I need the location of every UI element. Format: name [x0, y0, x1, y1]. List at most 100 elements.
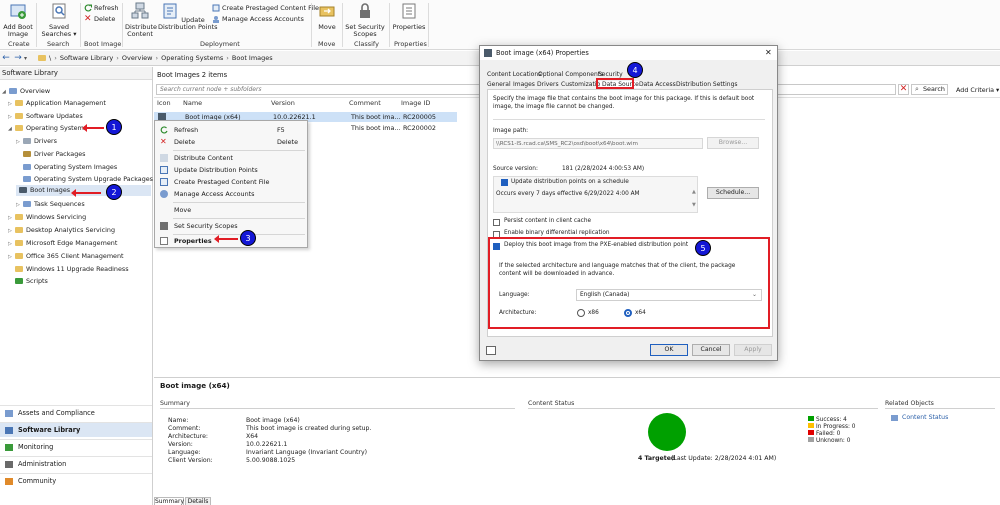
tree-label: Drivers [34, 137, 57, 145]
breadcrumb-root[interactable]: \ [49, 54, 51, 62]
search-button[interactable]: ⌕ Search [911, 84, 948, 95]
workspace-administration[interactable]: Administration [0, 456, 152, 471]
menu-item-delete[interactable]: ✕ Delete Delete [155, 136, 307, 148]
breadcrumb-overview[interactable]: Overview [122, 54, 153, 62]
tab-content-locations[interactable]: Content Locations [487, 71, 541, 78]
expand-icon[interactable]: ▷ [8, 112, 15, 123]
scroll-up-icon[interactable]: ▲ [692, 189, 696, 195]
manage-access-accounts-button[interactable]: Manage Access Accounts [212, 15, 304, 23]
saved-searches-label: Saved Searches ▾ [41, 23, 77, 38]
tree-item-task-sequences[interactable]: ▷ Task Sequences [16, 199, 85, 210]
update-distribution-points-button[interactable]: Update Distribution Points [158, 2, 218, 31]
clear-search-icon[interactable]: ✕ [898, 84, 909, 95]
apply-button[interactable]: Apply [734, 344, 772, 356]
add-criteria-button[interactable]: Add Criteria ▾ [956, 86, 999, 94]
tree-item-edge-management[interactable]: ▷ Microsoft Edge Management [8, 238, 117, 249]
workspace-assets-compliance[interactable]: Assets and Compliance [0, 405, 152, 420]
create-prestaged-content-button[interactable]: Create Prestaged Content File [212, 4, 319, 12]
workspace-software-library[interactable]: Software Library [0, 422, 152, 437]
menu-item-refresh[interactable]: Refresh F5 [155, 124, 307, 136]
menu-item-distribute-content[interactable]: Distribute Content [155, 152, 307, 164]
properties-button[interactable]: Properties [392, 2, 426, 31]
tree-item-os-upgrade-packages[interactable]: Operating System Upgrade Packages [23, 174, 153, 185]
tree-item-overview[interactable]: ◢ Overview [2, 86, 50, 97]
tree-item-application-management[interactable]: ▷ Application Management [8, 98, 106, 109]
scroll-down-icon[interactable]: ▼ [692, 202, 696, 208]
tree-item-os-images[interactable]: Operating System Images [23, 162, 117, 173]
breadcrumb-operating-systems[interactable]: Operating Systems [161, 54, 223, 62]
menu-item-move[interactable]: Move [155, 204, 307, 216]
tab-data-access[interactable]: Data Access [639, 81, 676, 88]
collapse-icon[interactable]: ◢ [8, 124, 15, 135]
breadcrumb-boot-images[interactable]: Boot Images [232, 54, 273, 62]
tree-item-scripts[interactable]: Scripts [8, 276, 48, 287]
intro-text: Specify the image file that contains the… [493, 96, 755, 110]
tree-item-operating-systems[interactable]: ◢ Operating Systems [8, 123, 87, 134]
tree-item-office-365[interactable]: ▷ Office 365 Client Management [8, 251, 124, 262]
tab-summary[interactable]: Summary [154, 497, 184, 505]
tree-item-boot-images[interactable]: Boot Images [16, 185, 151, 196]
delete-button[interactable]: ✕ Delete [84, 15, 115, 24]
schedule-button[interactable]: Schedule... [707, 187, 759, 199]
column-header-icon[interactable]: Icon [157, 99, 171, 107]
workspace-community[interactable]: Community [0, 473, 152, 488]
column-header-name[interactable]: Name [183, 99, 202, 107]
help-icon[interactable] [486, 346, 496, 355]
collapse-icon[interactable]: ◢ [2, 87, 9, 98]
expand-icon[interactable]: ▷ [8, 99, 15, 110]
folder-icon [15, 266, 23, 272]
column-header-image-id[interactable]: Image ID [401, 99, 430, 107]
tab-general[interactable]: General [487, 81, 511, 88]
distribute-content-button[interactable]: Distribute Content [125, 2, 157, 38]
expand-icon[interactable]: ▷ [16, 200, 23, 211]
expand-icon[interactable]: ▷ [16, 137, 23, 148]
ok-button[interactable]: OK [650, 344, 688, 356]
field-label: Architecture: [168, 433, 208, 440]
menu-item-update-distribution-points[interactable]: Update Distribution Points [155, 164, 307, 176]
close-icon[interactable]: ✕ [765, 48, 772, 57]
legend-swatch [808, 430, 814, 435]
set-security-scopes-button[interactable]: Set Security Scopes [345, 2, 385, 38]
menu-item-properties[interactable]: Properties [155, 235, 307, 247]
column-header-version[interactable]: Version [271, 99, 295, 107]
add-boot-image-button[interactable]: Add Boot Image [3, 2, 33, 38]
os-image-icon [23, 164, 31, 170]
content-status-link[interactable]: Content Status [902, 414, 948, 421]
column-header-comment[interactable]: Comment [349, 99, 381, 107]
tree-item-desktop-analytics[interactable]: ▷ Desktop Analytics Servicing [8, 225, 115, 236]
image-path-field[interactable]: \\RCS1-IS.rcad.ca\SMS_RC2\osd\boot\x64\b… [493, 138, 703, 149]
ribbon-separator [122, 3, 123, 47]
tree-item-win11-readiness[interactable]: Windows 11 Upgrade Readiness [8, 264, 129, 275]
browse-button[interactable]: Browse... [707, 137, 759, 149]
menu-item-create-prestaged[interactable]: Create Prestaged Content File [155, 176, 307, 188]
nav-dropdown-icon[interactable]: ▾ [24, 55, 34, 62]
expand-icon[interactable]: ▷ [8, 252, 15, 263]
forward-button[interactable]: → [12, 53, 24, 63]
menu-item-set-security-scopes[interactable]: Set Security Scopes [155, 220, 307, 232]
tree-item-software-updates[interactable]: ▷ Software Updates [8, 111, 83, 122]
tab-images[interactable]: Images [513, 81, 535, 88]
workspace-monitoring[interactable]: Monitoring [0, 439, 152, 454]
tab-distribution-settings[interactable]: Distribution Settings [676, 81, 738, 88]
back-button[interactable]: ← [0, 53, 12, 63]
persist-cache-checkbox[interactable] [493, 219, 500, 226]
saved-searches-button[interactable]: Saved Searches ▾ [40, 2, 78, 38]
tab-security[interactable]: Security [598, 71, 623, 78]
update-dp-schedule-checkbox[interactable] [501, 179, 508, 186]
breadcrumb-software-library[interactable]: Software Library [60, 54, 113, 62]
tab-optional-components[interactable]: Optional Components [538, 71, 603, 78]
tab-drivers[interactable]: Drivers [537, 81, 559, 88]
tab-details[interactable]: Details [185, 497, 211, 505]
menu-item-manage-access[interactable]: Manage Access Accounts [155, 188, 307, 200]
refresh-button[interactable]: Refresh [84, 4, 119, 12]
boot-image-icon [484, 49, 492, 57]
tree-item-drivers[interactable]: ▷ Drivers [16, 136, 57, 147]
cancel-button[interactable]: Cancel [692, 344, 730, 356]
expand-icon[interactable]: ▷ [8, 213, 15, 224]
tree-item-driver-packages[interactable]: Driver Packages [23, 149, 86, 160]
tree-item-windows-servicing[interactable]: ▷ Windows Servicing [8, 212, 86, 223]
expand-icon[interactable]: ▷ [8, 239, 15, 250]
move-button[interactable]: Move [315, 2, 339, 31]
group-label-create: Create [8, 40, 30, 48]
expand-icon[interactable]: ▷ [8, 226, 15, 237]
